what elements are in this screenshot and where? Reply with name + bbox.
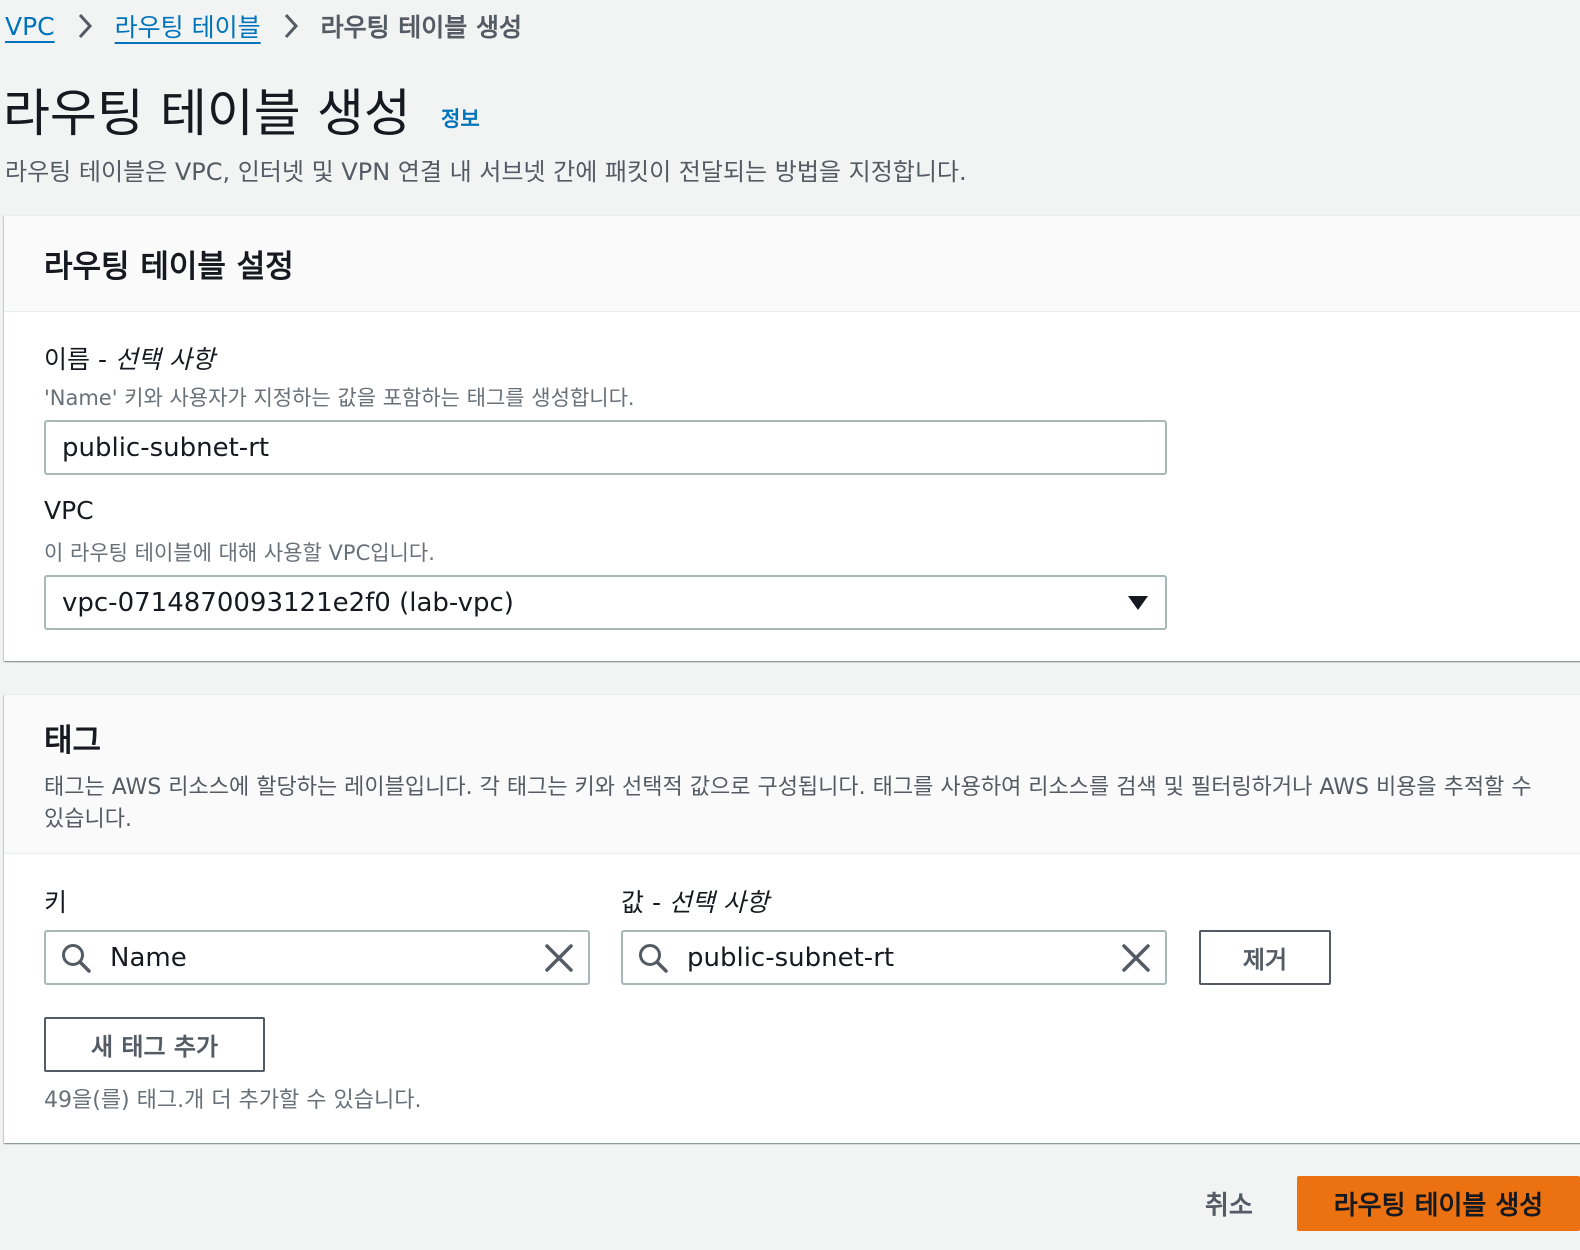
page-title: 라우팅 테이블 생성 [3, 85, 411, 144]
page-description: 라우팅 테이블은 VPC, 인터넷 및 VPN 연결 내 서브넷 간에 패킷이 … [5, 158, 967, 186]
search-icon [637, 942, 669, 974]
tag-value-label-text: 값 - [621, 888, 669, 917]
vpc-field-hint: 이 라우팅 테이블에 대해 사용할 VPC입니다. [44, 541, 435, 565]
tag-value-label: 값 - 선택 사항 [621, 883, 769, 919]
create-route-table-button[interactable]: 라우팅 테이블 생성 [1297, 1176, 1580, 1231]
remove-tag-button[interactable]: 제거 [1199, 930, 1331, 985]
remaining-tags-text: 49을(를) 태그.개 더 추가할 수 있습니다. [44, 1088, 422, 1113]
name-input[interactable]: public-subnet-rt [44, 420, 1167, 475]
page: VPC 라우팅 테이블 라우팅 테이블 생성 라우팅 테이블 생성 정보 라우팅… [0, 0, 1580, 1250]
breadcrumb: VPC 라우팅 테이블 라우팅 테이블 생성 [5, 6, 522, 46]
name-input-value: public-subnet-rt [62, 432, 270, 463]
info-link[interactable]: 정보 [441, 103, 480, 133]
vpc-select[interactable]: vpc-0714870093121e2f0 (lab-vpc) [44, 575, 1167, 630]
panel-title: 태그 [44, 723, 102, 759]
panel-header: 라우팅 테이블 설정 [4, 216, 1580, 312]
route-table-settings-panel: 라우팅 테이블 설정 이름 - 선택 사항 'Name' 키와 사용자가 지정하… [4, 215, 1580, 661]
tags-panel: 태그 태그는 AWS 리소스에 할당하는 레이블입니다. 각 태그는 키와 선택… [4, 694, 1580, 1143]
name-label-text: 이름 - [44, 345, 115, 374]
name-field-hint: 'Name' 키와 사용자가 지정하는 값을 포함하는 태그를 생성합니다. [44, 386, 635, 410]
tag-key-input[interactable]: Name [44, 930, 590, 985]
chevron-right-icon [261, 13, 321, 39]
optional-text: 선택 사항 [668, 888, 769, 917]
panel-title: 라우팅 테이블 설정 [44, 249, 294, 285]
tag-key-value: Name [110, 942, 187, 973]
name-field-label: 이름 - 선택 사항 [44, 340, 215, 376]
breadcrumb-link-route-tables[interactable]: 라우팅 테이블 [115, 8, 261, 44]
caret-down-icon [1127, 595, 1149, 611]
clear-icon[interactable] [1121, 943, 1151, 973]
vpc-field-label: VPC [44, 496, 94, 525]
chevron-right-icon [55, 13, 115, 39]
breadcrumb-current: 라우팅 테이블 생성 [320, 13, 523, 42]
tags-description: 태그는 AWS 리소스에 할당하는 레이블입니다. 각 태그는 키와 선택적 값… [44, 775, 1532, 832]
cancel-button[interactable]: 취소 [1205, 1185, 1253, 1222]
breadcrumb-link-vpc[interactable]: VPC [5, 12, 55, 41]
add-tag-button[interactable]: 새 태그 추가 [44, 1017, 265, 1072]
vpc-select-value: vpc-0714870093121e2f0 (lab-vpc) [62, 587, 514, 618]
search-icon [60, 942, 92, 974]
tag-value-input[interactable]: public-subnet-rt [621, 930, 1167, 985]
clear-icon[interactable] [544, 943, 574, 973]
optional-text: 선택 사항 [114, 345, 215, 374]
panel-header: 태그 태그는 AWS 리소스에 할당하는 레이블입니다. 각 태그는 키와 선택… [4, 695, 1580, 854]
tag-value-value: public-subnet-rt [687, 942, 895, 973]
tag-key-label: 키 [44, 888, 68, 917]
